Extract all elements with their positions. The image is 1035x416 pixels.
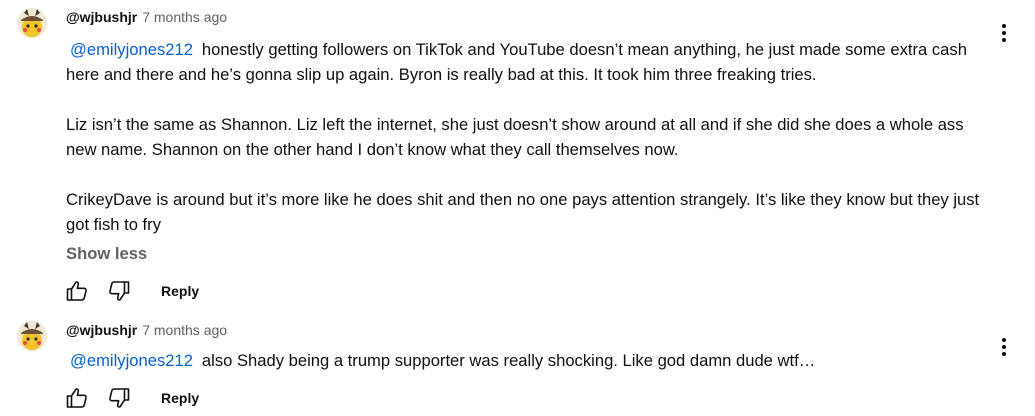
comment-paragraph: CrikeyDave is around but it’s more like … bbox=[66, 190, 980, 234]
comment-paragraph-text: also Shady being a trump supporter was r… bbox=[201, 351, 816, 370]
mention-link[interactable]: @emilyjones212 bbox=[70, 351, 193, 370]
pikachu-avatar-image bbox=[17, 8, 47, 38]
comment-author[interactable]: @wjbushjr bbox=[66, 322, 137, 338]
thumb-up-icon bbox=[66, 281, 87, 301]
comment-timestamp[interactable]: 7 months ago bbox=[142, 9, 227, 25]
more-vert-icon bbox=[1002, 24, 1006, 42]
more-vert-icon bbox=[1002, 338, 1006, 356]
comment-text: @emilyjones212 also Shady being a trump s… bbox=[66, 348, 986, 373]
reply-button[interactable]: Reply bbox=[161, 283, 199, 299]
comment-paragraph: @emilyjones212 also Shady being a trump s… bbox=[66, 348, 986, 373]
comment-menu-button[interactable] bbox=[992, 335, 1016, 359]
comment-timestamp[interactable]: 7 months ago bbox=[142, 322, 227, 338]
comment-paragraph: Liz isn’t the same as Shannon. Liz left … bbox=[66, 115, 964, 159]
mention-link[interactable]: @emilyjones212 bbox=[70, 40, 193, 59]
dislike-button[interactable] bbox=[105, 277, 133, 305]
comment-thread-item: @wjbushjr 7 months ago @emilyjones212 hon… bbox=[0, 0, 1035, 310]
thumb-down-icon bbox=[109, 281, 130, 301]
thumb-down-icon bbox=[109, 388, 130, 408]
like-button[interactable] bbox=[63, 277, 91, 305]
show-less-button[interactable]: Show less bbox=[66, 244, 147, 264]
pikachu-avatar-image bbox=[17, 321, 47, 351]
like-button[interactable] bbox=[63, 384, 91, 412]
comment-paragraph-text: honestly getting followers on TikTok and… bbox=[66, 40, 967, 84]
thumb-up-icon bbox=[66, 388, 87, 408]
comment-action-bar: Reply bbox=[63, 277, 199, 305]
comment-menu-button[interactable] bbox=[992, 21, 1016, 45]
avatar[interactable] bbox=[17, 321, 47, 351]
comment-action-bar: Reply bbox=[63, 384, 199, 412]
comment-author[interactable]: @wjbushjr bbox=[66, 9, 137, 25]
dislike-button[interactable] bbox=[105, 384, 133, 412]
comment-paragraph: @emilyjones212 honestly getting followers… bbox=[66, 37, 986, 87]
comment-thread-item: @wjbushjr 7 months ago @emilyjones212 als… bbox=[0, 310, 1035, 416]
avatar[interactable] bbox=[17, 8, 47, 38]
reply-button[interactable]: Reply bbox=[161, 390, 199, 406]
comment-text: @emilyjones212 honestly getting followers… bbox=[66, 37, 986, 237]
